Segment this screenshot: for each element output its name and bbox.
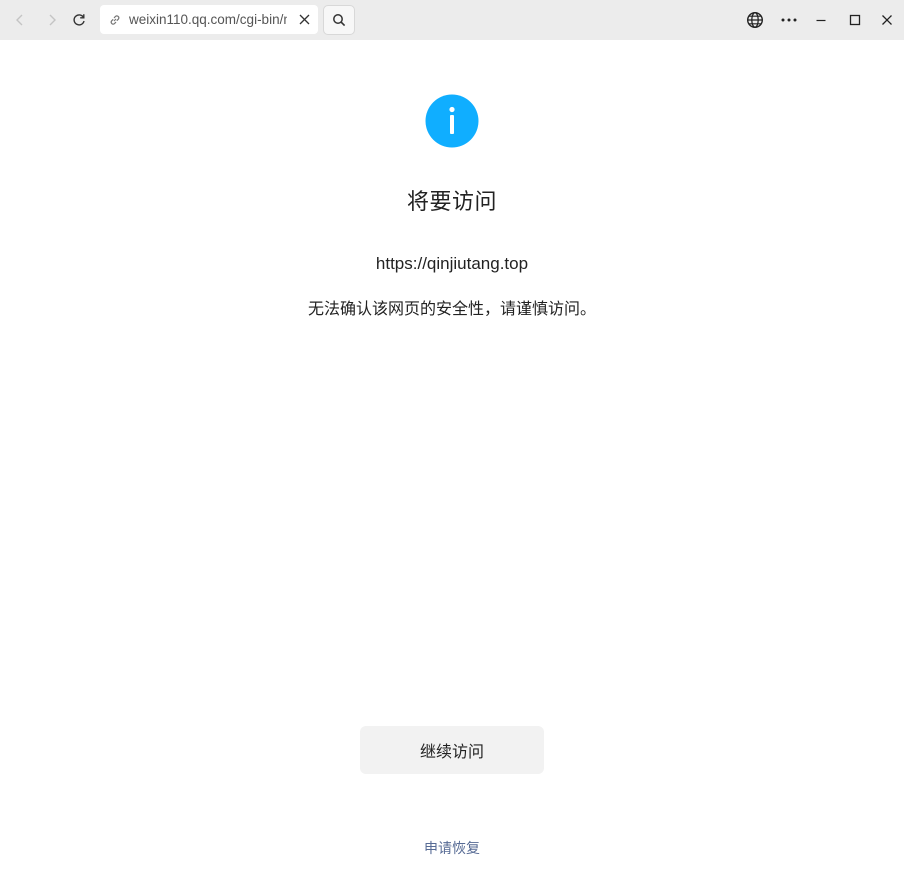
minimize-button[interactable] [807,6,835,34]
reload-icon [73,14,85,26]
link-icon [110,14,120,25]
url-text: weixin110.qq.com/cgi-bin/mmspamsupport-b… [129,12,287,27]
minimize-icon [816,19,826,22]
maximize-icon [849,14,861,26]
maximize-button[interactable] [841,6,869,34]
target-url: https://qinjiutang.top [375,254,529,273]
continue-visit-button[interactable]: 继续访问 [360,726,544,774]
page-content: 将要访问 https://qinjiutang.top 无法确认该网页的安全性，… [0,40,904,882]
browser-toolbar: weixin110.qq.com/cgi-bin/mmspamsupport-b… [0,0,904,40]
forward-button[interactable] [38,6,66,34]
browser-window: weixin110.qq.com/cgi-bin/mmspamsupport-b… [0,0,904,882]
close-icon [882,15,892,25]
close-icon [299,14,309,24]
globe-icon [746,11,764,29]
warning-message: 无法确认该网页的安全性，请谨慎访问。 [307,299,596,318]
reload-button[interactable] [65,6,93,34]
info-icon [425,94,479,148]
language-button[interactable] [741,6,769,34]
address-bar[interactable]: weixin110.qq.com/cgi-bin/mmspamsupport-b… [100,5,318,34]
arrow-right-icon [49,14,56,26]
page-title: 将要访问 [406,190,497,215]
back-button[interactable] [6,6,34,34]
request-restore-link[interactable]: 申请恢复 [0,838,904,858]
search-button[interactable] [323,5,355,35]
arrow-left-icon [16,14,23,26]
clear-url-button[interactable] [296,11,312,27]
more-horizontal-icon [781,18,797,22]
more-button[interactable] [775,6,803,34]
close-window-button[interactable] [873,6,901,34]
search-icon [333,14,346,27]
